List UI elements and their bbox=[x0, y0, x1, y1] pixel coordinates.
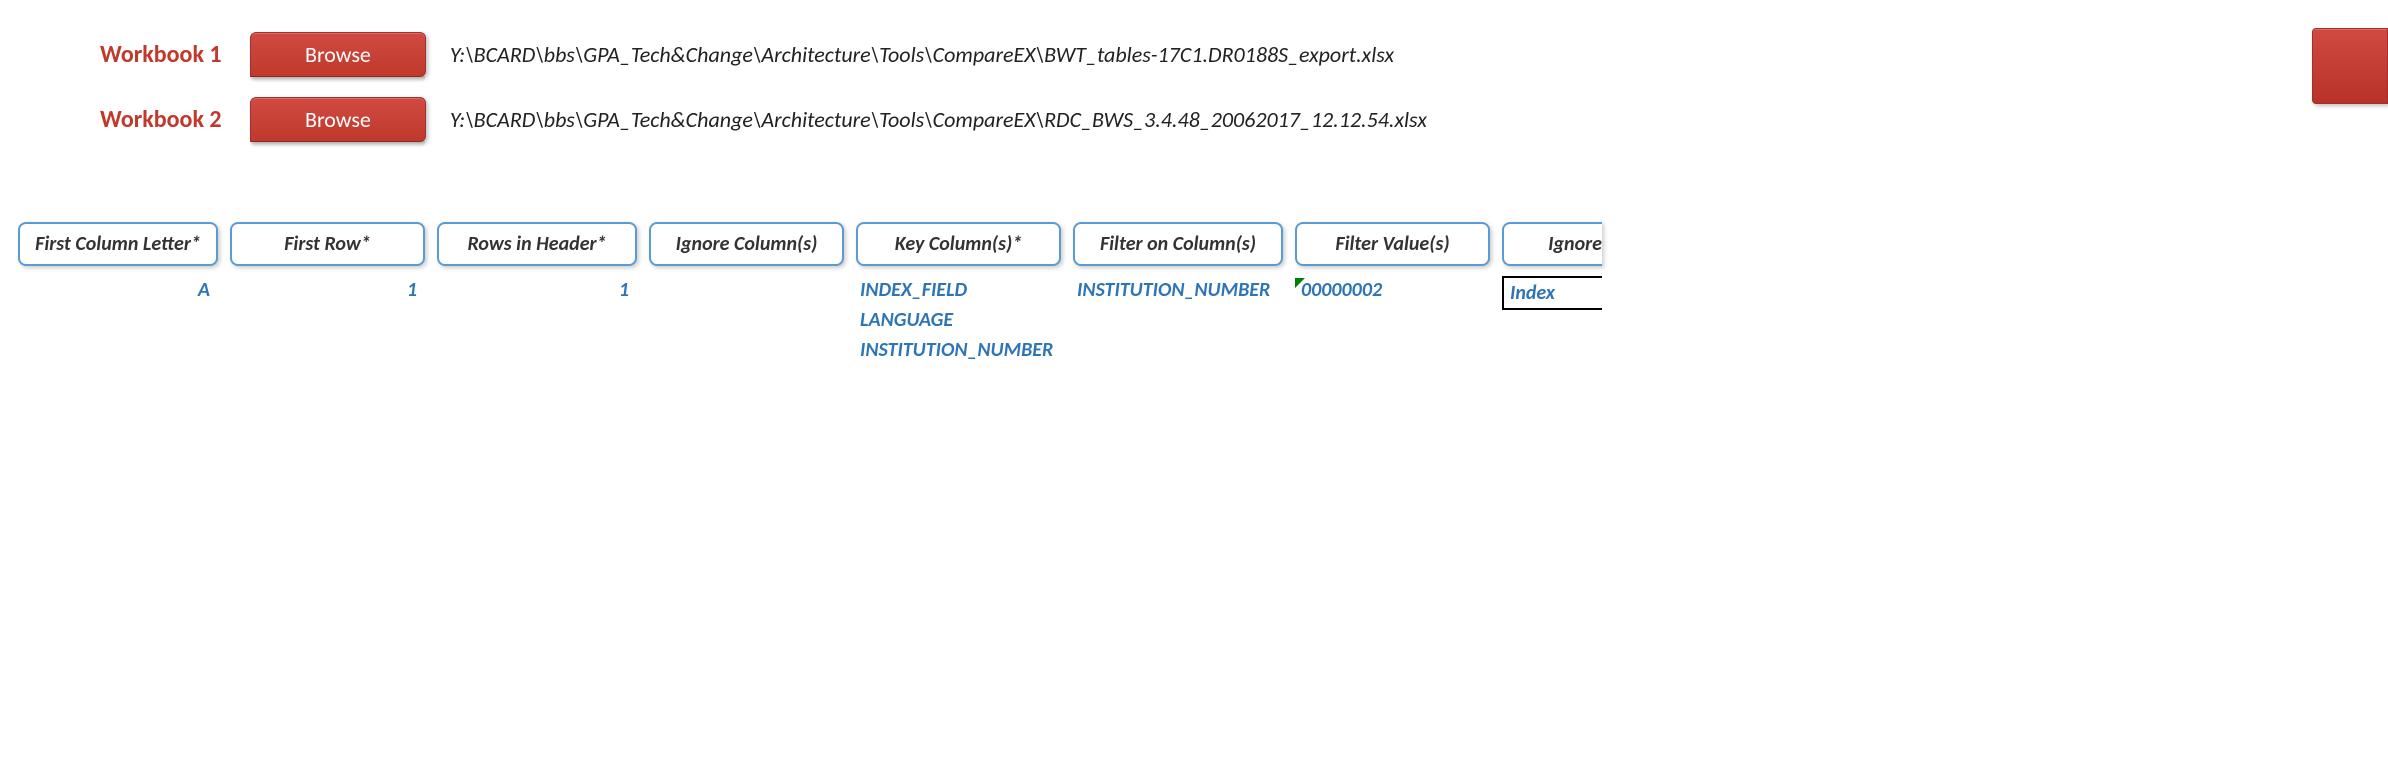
col-ignore-partial: Ignore Index bbox=[1502, 222, 1602, 362]
value-first-column-letter[interactable]: A bbox=[18, 278, 218, 302]
value-rows-in-header[interactable]: 1 bbox=[437, 278, 637, 302]
value-key-columns[interactable]: INDEX_FIELD LANGUAGE INSTITUTION_NUMBER bbox=[856, 278, 1061, 362]
value-first-row[interactable]: 1 bbox=[230, 278, 425, 302]
columns-section: First Column Letter* A First Row* 1 Rows… bbox=[0, 222, 2388, 362]
workbook-1-label: Workbook 1 bbox=[100, 40, 230, 69]
header-first-column-letter[interactable]: First Column Letter* bbox=[18, 222, 218, 266]
value-filter-values-cell[interactable]: 00000002 bbox=[1295, 278, 1490, 302]
list-item: LANGUAGE bbox=[860, 308, 953, 332]
value-ignore-partial: Index bbox=[1510, 281, 1555, 305]
header-first-row[interactable]: First Row* bbox=[230, 222, 425, 266]
col-first-row: First Row* 1 bbox=[230, 222, 425, 362]
header-filter-on-columns[interactable]: Filter on Column(s) bbox=[1073, 222, 1283, 266]
workbook-row-2: Workbook 2 Browse Y:\BCARD\bbs\GPA_Tech&… bbox=[100, 97, 2388, 142]
workbook-section: Workbook 1 Browse Y:\BCARD\bbs\GPA_Tech&… bbox=[0, 0, 2388, 142]
workbook-1-path: Y:\BCARD\bbs\GPA_Tech&Change\Architectur… bbox=[450, 41, 1394, 68]
value-filter-values: 00000002 bbox=[1301, 278, 1382, 302]
col-ignore-columns: Ignore Column(s) bbox=[649, 222, 844, 362]
value-filter-on-columns[interactable]: INSTITUTION_NUMBER bbox=[1073, 278, 1283, 302]
header-ignore-partial[interactable]: Ignore bbox=[1502, 222, 1602, 266]
header-rows-in-header[interactable]: Rows in Header* bbox=[437, 222, 637, 266]
browse-button-1[interactable]: Browse bbox=[250, 32, 426, 77]
list-item: INSTITUTION_NUMBER bbox=[1077, 278, 1270, 302]
action-button[interactable] bbox=[2312, 28, 2388, 104]
browse-button-2[interactable]: Browse bbox=[250, 97, 426, 142]
col-key-columns: Key Column(s)* INDEX_FIELD LANGUAGE INST… bbox=[856, 222, 1061, 362]
header-ignore-columns[interactable]: Ignore Column(s) bbox=[649, 222, 844, 266]
header-filter-values[interactable]: Filter Value(s) bbox=[1295, 222, 1490, 266]
workbook-row-1: Workbook 1 Browse Y:\BCARD\bbs\GPA_Tech&… bbox=[100, 32, 2388, 77]
list-item: INDEX_FIELD bbox=[860, 278, 967, 302]
error-indicator-icon bbox=[1295, 278, 1305, 288]
col-first-column-letter: First Column Letter* A bbox=[18, 222, 218, 362]
header-key-columns[interactable]: Key Column(s)* bbox=[856, 222, 1061, 266]
workbook-2-path: Y:\BCARD\bbs\GPA_Tech&Change\Architectur… bbox=[450, 106, 1427, 133]
list-item: INSTITUTION_NUMBER bbox=[860, 338, 1053, 362]
workbook-2-label: Workbook 2 bbox=[100, 105, 230, 134]
col-filter-values: Filter Value(s) 00000002 bbox=[1295, 222, 1490, 362]
value-ignore-partial-cell[interactable]: Index bbox=[1502, 276, 1602, 310]
col-filter-on-columns: Filter on Column(s) INSTITUTION_NUMBER bbox=[1073, 222, 1283, 362]
col-rows-in-header: Rows in Header* 1 bbox=[437, 222, 637, 362]
